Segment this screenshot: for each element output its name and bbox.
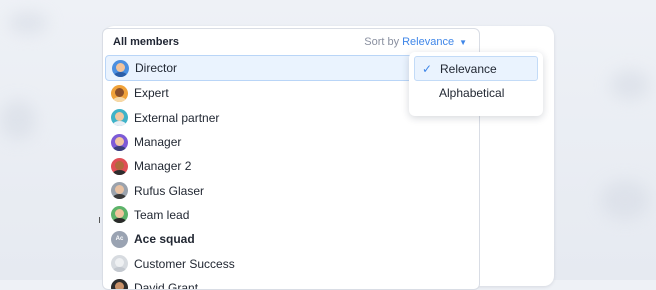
- sort-option-relevance[interactable]: ✓ Relevance: [414, 56, 538, 81]
- sort-control[interactable]: Sort by Relevance ▼: [364, 36, 467, 48]
- background-blur: [0, 100, 36, 140]
- member-name: External partner: [134, 110, 220, 125]
- member-row[interactable]: Customer Success: [103, 251, 479, 275]
- member-name: Rufus Glaser: [134, 183, 205, 198]
- background-blur: [8, 12, 48, 34]
- rufus-glaser-avatar: [111, 182, 128, 200]
- director-avatar: [112, 59, 129, 77]
- member-row[interactable]: David Grant: [103, 276, 479, 290]
- list-title: All members: [113, 36, 180, 48]
- external-partner-avatar: [111, 109, 128, 127]
- check-icon: ✓: [422, 61, 433, 76]
- sort-option-alphabetical[interactable]: Alphabetical: [414, 81, 538, 104]
- manager-2-avatar: [111, 157, 128, 175]
- member-row[interactable]: Ac Ace squad: [103, 227, 479, 251]
- manager-avatar: [111, 133, 128, 151]
- sort-value[interactable]: Relevance: [402, 36, 454, 48]
- sort-prefix: Sort by: [364, 36, 400, 48]
- member-row[interactable]: Manager 2: [103, 154, 479, 178]
- member-name: Ace squad: [134, 232, 195, 247]
- ace-squad-avatar: Ac: [111, 230, 128, 248]
- member-name: Director: [135, 61, 178, 76]
- background-blur: [600, 180, 650, 220]
- member-name: Manager 2: [134, 159, 192, 174]
- member-name: Team lead: [134, 207, 190, 222]
- edge-marker: [99, 217, 100, 223]
- option-label: Relevance: [440, 61, 497, 76]
- member-name: Manager: [134, 135, 182, 150]
- member-name: Customer Success: [134, 256, 235, 271]
- expert-avatar: [111, 84, 128, 102]
- david-grant-avatar: [111, 279, 128, 289]
- team-lead-avatar: [111, 206, 128, 224]
- option-label: Alphabetical: [439, 85, 505, 100]
- member-row[interactable]: Rufus Glaser: [103, 178, 479, 202]
- member-row[interactable]: Team lead: [103, 203, 479, 227]
- member-name: Expert: [134, 86, 169, 101]
- customer-success-avatar: [111, 255, 128, 273]
- member-row[interactable]: Manager: [103, 130, 479, 154]
- caret-down-icon[interactable]: ▼: [459, 38, 467, 47]
- sort-dropdown: ✓ Relevance Alphabetical: [409, 52, 543, 116]
- member-name: David Grant: [134, 280, 199, 290]
- background-blur: [610, 70, 650, 100]
